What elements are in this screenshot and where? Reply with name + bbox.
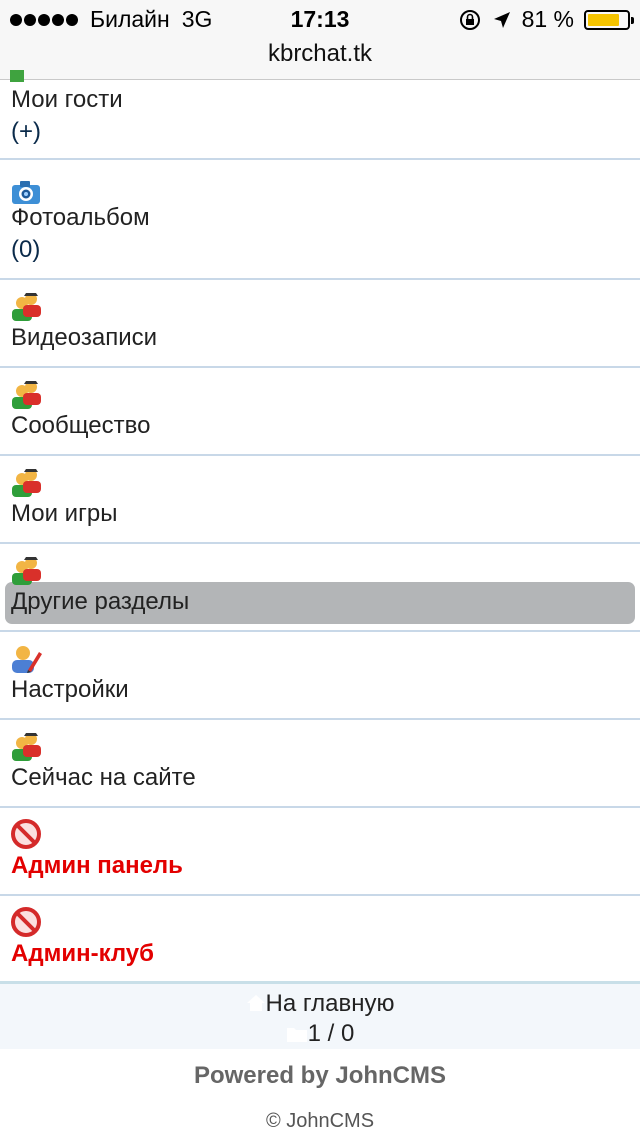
menu-item-label[interactable]: Сообщество	[11, 412, 150, 440]
menu-item-label[interactable]: Фотоальбом	[11, 204, 150, 232]
home-icon	[246, 995, 265, 1011]
menu-item-label[interactable]: Видеозаписи	[11, 324, 157, 352]
user-edit-icon	[12, 646, 42, 673]
menu-item-online-now[interactable]: Сейчас на сайте	[0, 720, 640, 808]
menu-item-settings[interactable]: Настройки	[0, 632, 640, 720]
address-bar-url[interactable]: kbrchat.tk	[0, 40, 640, 68]
copyright: © JohnCMS	[265, 1110, 375, 1132]
menu-item-label[interactable]: Настройки	[11, 676, 129, 704]
guests-count[interactable]: (+)	[11, 118, 41, 146]
folder-icon	[286, 1028, 307, 1042]
location-arrow-icon	[493, 11, 510, 28]
home-link-label[interactable]: На главную	[266, 990, 395, 1017]
photoalbum-count[interactable]: (0)	[11, 236, 40, 264]
menu-item-games[interactable]: Мои игры	[0, 456, 640, 544]
users-icon	[12, 733, 41, 761]
pager: 1 / 0	[0, 1020, 640, 1048]
users-icon	[12, 381, 41, 409]
footer-nav: На главную 1 / 0	[0, 981, 640, 1049]
menu-item-community[interactable]: Сообщество	[0, 368, 640, 456]
menu-item-guests[interactable]: Мои гости (+)	[0, 70, 640, 160]
menu-item-videos[interactable]: Видеозаписи	[0, 280, 640, 368]
home-link[interactable]: На главную	[0, 990, 640, 1018]
menu-item-other-sections[interactable]: Другие разделы	[0, 544, 640, 632]
menu-item-admin-club[interactable]: Админ-клуб	[0, 896, 640, 984]
rotation-lock-icon	[459, 9, 480, 30]
users-icon	[12, 469, 41, 497]
powered-by: Powered by JohnCMS	[193, 1062, 447, 1089]
users-icon	[12, 293, 41, 321]
menu-item-label[interactable]: Другие разделы	[11, 588, 189, 616]
battery-icon	[584, 9, 634, 30]
menu-item-label[interactable]: Мои гости	[11, 86, 123, 114]
battery-percent: 81 %	[521, 6, 574, 32]
menu-item-label[interactable]: Админ панель	[11, 852, 183, 880]
green-user-icon	[10, 70, 24, 82]
menu-item-photoalbum[interactable]: Фотоальбом (0)	[0, 160, 640, 280]
pager-label: 1 / 0	[307, 1020, 355, 1047]
menu-item-label[interactable]: Админ-клуб	[11, 940, 154, 968]
menu-item-label[interactable]: Мои игры	[11, 500, 117, 528]
menu-item-label[interactable]: Сейчас на сайте	[11, 764, 196, 792]
no-entry-icon	[11, 819, 41, 849]
status-bar: Билайн 3G 17:13 81 % kbrchat.tk	[0, 0, 640, 80]
users-icon	[12, 557, 41, 585]
menu-item-admin-panel[interactable]: Админ панель	[0, 808, 640, 896]
no-entry-icon	[11, 907, 41, 937]
